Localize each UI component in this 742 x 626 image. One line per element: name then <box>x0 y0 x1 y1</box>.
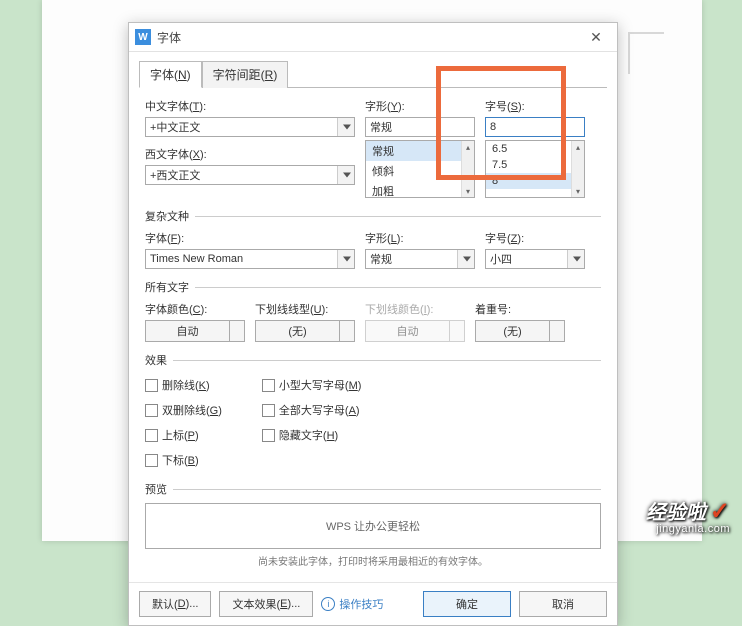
app-icon: W <box>135 29 151 45</box>
tips-link[interactable]: i操作技巧 <box>321 596 383 612</box>
color-label: 字体颜色(C): <box>145 301 245 317</box>
tab-spacing[interactable]: 字符间距(R) <box>202 61 289 88</box>
tab-strip: 字体(N) 字符间距(R) <box>129 52 617 87</box>
style-listbox[interactable]: 常规 倾斜 加粗 ▴▾ <box>365 140 475 198</box>
superscript-checkbox[interactable]: 上标(P) <box>145 427 222 443</box>
style-input[interactable]: 常规 <box>365 117 475 137</box>
west-font-label: 西文字体(X): <box>145 146 355 162</box>
list-item[interactable]: 8 <box>486 173 584 189</box>
list-item[interactable]: 7.5 <box>486 157 584 173</box>
size-listbox[interactable]: 6.5 7.5 8 ▴▾ <box>485 140 585 198</box>
allcaps-checkbox[interactable]: 全部大写字母(A) <box>262 402 362 418</box>
complex-font-select[interactable]: Times New Roman <box>145 249 355 269</box>
subscript-checkbox[interactable]: 下标(B) <box>145 452 222 468</box>
cn-font-label: 中文字体(T): <box>145 98 355 114</box>
scrollbar[interactable]: ▴▾ <box>461 141 474 197</box>
color-combo[interactable]: 自动 <box>145 320 245 342</box>
alltext-group-label: 所有文字 <box>145 279 601 295</box>
button-bar: 默认(D)... 文本效果(E)... i操作技巧 确定 取消 <box>129 582 617 625</box>
list-item[interactable]: 倾斜 <box>366 161 474 181</box>
underline-label: 下划线线型(U): <box>255 301 355 317</box>
smallcaps-checkbox[interactable]: 小型大写字母(M) <box>262 377 362 393</box>
tab-font[interactable]: 字体(N) <box>139 61 202 88</box>
complex-group-label: 复杂文种 <box>145 208 601 224</box>
complex-style-select[interactable]: 常规 <box>365 249 475 269</box>
complex-size-select[interactable]: 小四 <box>485 249 585 269</box>
watermark: 经验啦✓ jingyanla.com <box>646 500 730 535</box>
double-strike-checkbox[interactable]: 双删除线(G) <box>145 402 222 418</box>
text-cursor-placeholder <box>628 32 664 74</box>
dialog-title: 字体 <box>157 29 581 46</box>
west-font-select[interactable]: +西文正文 <box>145 165 355 185</box>
scrollbar[interactable]: ▴▾ <box>571 141 584 197</box>
complex-font-label: 字体(F): <box>145 230 355 246</box>
preview-group-label: 预览 <box>145 481 601 497</box>
list-item[interactable]: 加粗 <box>366 181 474 198</box>
list-item[interactable]: 6.5 <box>486 141 584 157</box>
underline-color-label: 下划线颜色(I): <box>365 301 465 317</box>
complex-size-label: 字号(Z): <box>485 230 585 246</box>
preview-box: WPS 让办公更轻松 <box>145 503 601 549</box>
default-button[interactable]: 默认(D)... <box>139 591 211 617</box>
ok-button[interactable]: 确定 <box>423 591 511 617</box>
strike-checkbox[interactable]: 删除线(K) <box>145 377 222 393</box>
cn-font-select[interactable]: +中文正文 <box>145 117 355 137</box>
close-button[interactable]: ✕ <box>581 26 611 48</box>
underline-combo[interactable]: (无) <box>255 320 355 342</box>
hidden-checkbox[interactable]: 隐藏文字(H) <box>262 427 362 443</box>
preview-note: 尚未安装此字体，打印时将采用最相近的有效字体。 <box>145 553 601 568</box>
size-label: 字号(S): <box>485 98 585 114</box>
list-item[interactable]: 常规 <box>366 141 474 161</box>
font-dialog: W 字体 ✕ 字体(N) 字符间距(R) 中文字体(T): +中文正文 西文字体… <box>128 22 618 626</box>
emphasis-label: 着重号: <box>475 301 565 317</box>
complex-style-label: 字形(L): <box>365 230 475 246</box>
effects-group-label: 效果 <box>145 352 601 368</box>
underline-color-combo: 自动 <box>365 320 465 342</box>
cancel-button[interactable]: 取消 <box>519 591 607 617</box>
titlebar: W 字体 ✕ <box>129 23 617 52</box>
style-label: 字形(Y): <box>365 98 475 114</box>
size-input[interactable]: 8 <box>485 117 585 137</box>
text-effect-button[interactable]: 文本效果(E)... <box>219 591 313 617</box>
emphasis-combo[interactable]: (无) <box>475 320 565 342</box>
